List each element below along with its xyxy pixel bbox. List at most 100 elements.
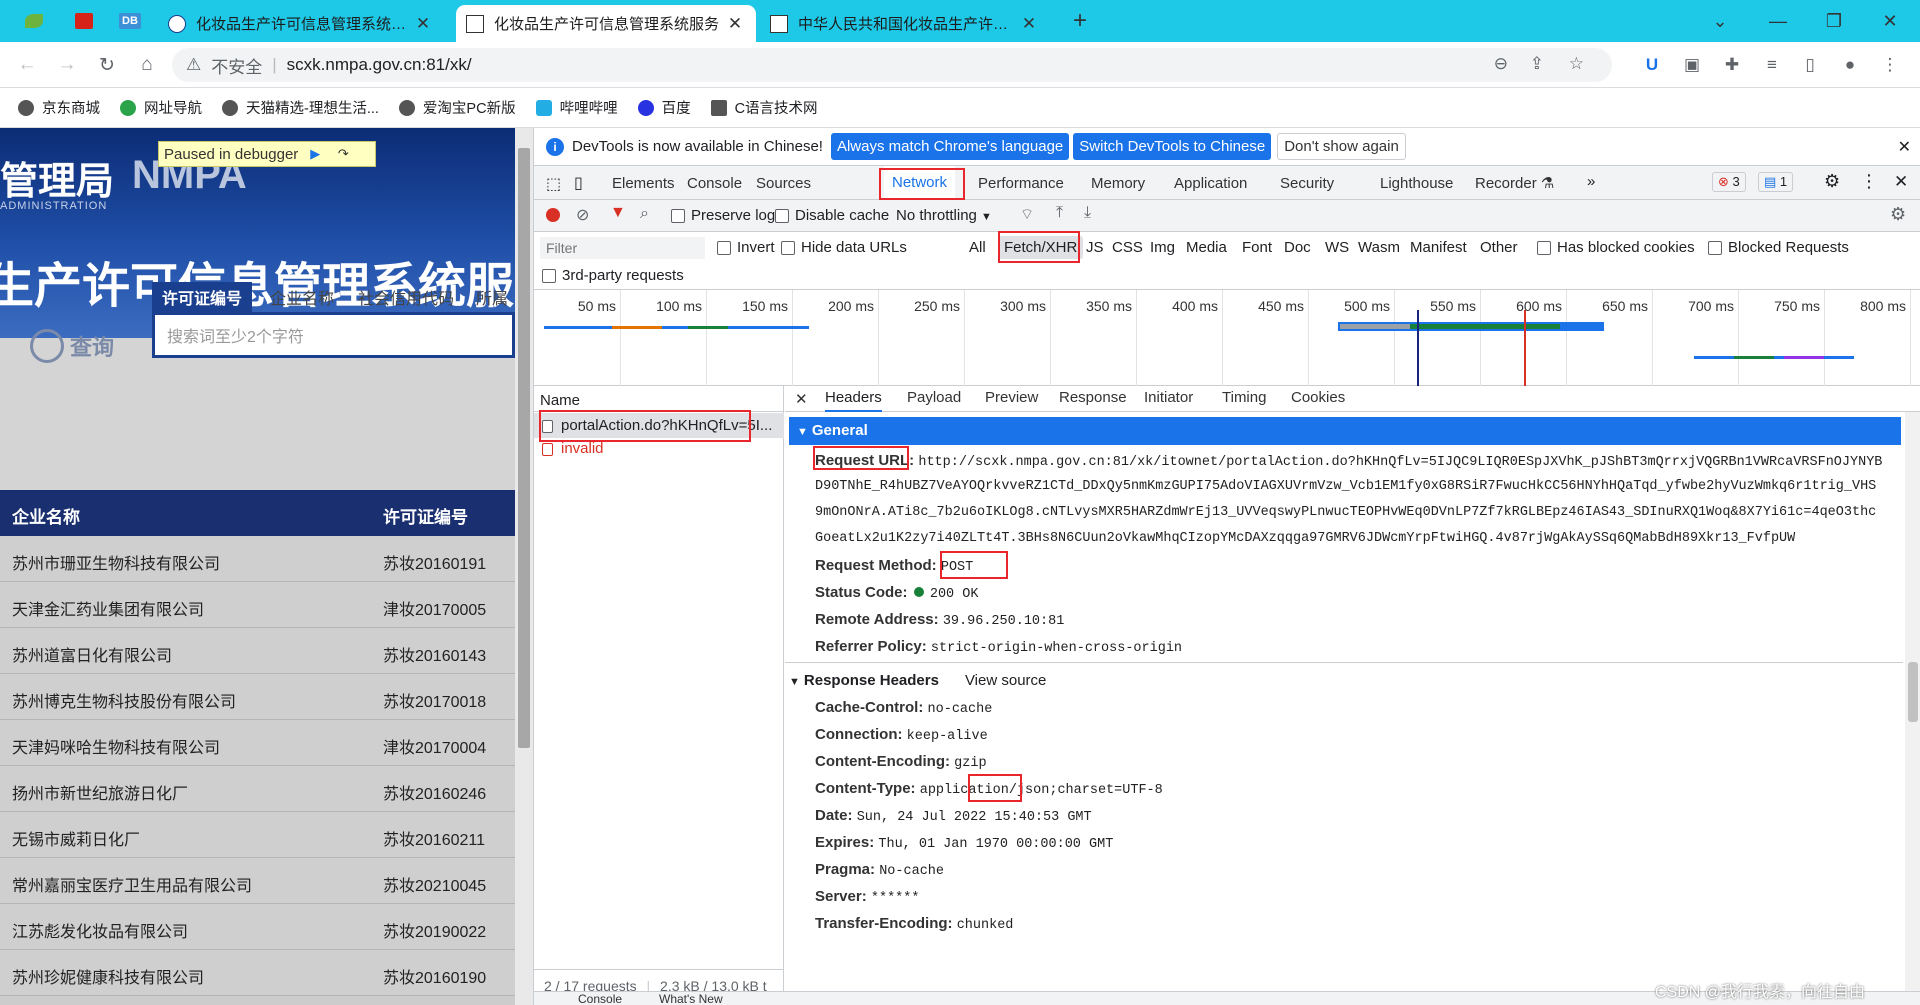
table-row[interactable]: 天津金汇药业集团有限公司 津妆20170005 bbox=[0, 582, 515, 628]
forward-icon[interactable]: → bbox=[52, 50, 82, 80]
hide-data-urls-checkbox[interactable]: Hide data URLs bbox=[781, 239, 907, 256]
export-har-icon[interactable]: ⤓ bbox=[1084, 204, 1091, 222]
type-filter-ws[interactable]: WS bbox=[1325, 239, 1349, 256]
name-column-header[interactable]: Name bbox=[534, 386, 784, 412]
share-icon[interactable]: ⇪ bbox=[1530, 54, 1544, 74]
type-filter-manifest[interactable]: Manifest bbox=[1410, 239, 1467, 256]
search-icon[interactable]: ⌕ bbox=[640, 205, 649, 223]
bookmark-item[interactable]: 哔哩哔哩 bbox=[535, 97, 618, 118]
kebab-menu-icon[interactable]: ⋮ bbox=[1860, 171, 1878, 192]
tab-security[interactable]: Security bbox=[1272, 166, 1342, 200]
record-icon[interactable] bbox=[546, 208, 560, 222]
scrollbar-thumb[interactable] bbox=[1908, 662, 1918, 722]
pinned-tab-db[interactable]: DB bbox=[114, 7, 146, 35]
minimize-icon[interactable]: — bbox=[1758, 8, 1798, 34]
network-conditions-icon[interactable]: ⌔ bbox=[1020, 205, 1034, 224]
table-row[interactable]: 扬州市新世纪旅游日化厂 苏妆20160246 bbox=[0, 766, 515, 812]
pinned-tab-leaf-icon[interactable] bbox=[18, 7, 50, 35]
back-icon[interactable]: ← bbox=[12, 50, 42, 80]
page-scrollbar[interactable] bbox=[515, 128, 533, 1005]
scrollbar-thumb[interactable] bbox=[518, 148, 530, 748]
type-filter-wasm[interactable]: Wasm bbox=[1358, 239, 1400, 256]
type-filter-media[interactable]: Media bbox=[1186, 239, 1227, 256]
inspect-element-icon[interactable]: ⬚ bbox=[546, 174, 561, 194]
close-icon[interactable]: ✕ bbox=[724, 14, 746, 34]
has-blocked-cookies-checkbox[interactable]: Has blocked cookies bbox=[1537, 239, 1695, 256]
reading-list-icon[interactable]: ≡ bbox=[1758, 51, 1786, 79]
bookmark-star-icon[interactable]: ☆ bbox=[1569, 54, 1584, 74]
table-row[interactable]: 苏州珍妮健康科技有限公司 苏妆20160190 bbox=[0, 950, 515, 996]
tab-license-no[interactable]: 许可证编号 bbox=[152, 282, 253, 312]
bookmark-item[interactable]: 京东商城 bbox=[18, 97, 100, 118]
tab-credit-code[interactable]: 社会信用代码 bbox=[348, 282, 464, 312]
close-icon[interactable]: ✕ bbox=[1018, 14, 1040, 34]
table-row[interactable]: 苏州市珊亚生物科技有限公司 苏妆20160191 bbox=[0, 536, 515, 582]
network-settings-gear-icon[interactable]: ⚙ bbox=[1890, 204, 1906, 225]
tab-payload[interactable]: Payload bbox=[907, 389, 961, 406]
tab-headers[interactable]: Headers bbox=[825, 389, 882, 412]
table-row[interactable]: 无锡市威莉日化厂 苏妆20160211 bbox=[0, 812, 515, 858]
blocked-requests-checkbox[interactable]: Blocked Requests bbox=[1708, 239, 1849, 256]
browser-tab-3[interactable]: 中华人民共和国化妆品生产许可证 ✕ bbox=[760, 5, 1050, 42]
window-close-icon[interactable]: ✕ bbox=[1870, 8, 1910, 34]
dont-show-again-button[interactable]: Don't show again bbox=[1277, 133, 1406, 160]
detail-scrollbar[interactable] bbox=[1905, 412, 1920, 1005]
tab-cookies[interactable]: Cookies bbox=[1291, 389, 1345, 406]
step-over-icon[interactable]: ↷ bbox=[332, 145, 354, 163]
tab-company-name[interactable]: 企业名称 bbox=[260, 282, 344, 312]
settings-gear-icon[interactable]: ⚙ bbox=[1824, 171, 1840, 192]
resume-icon[interactable]: ▶ bbox=[304, 145, 326, 163]
device-toolbar-icon[interactable]: ▯ bbox=[574, 173, 583, 193]
bookmark-item[interactable]: 百度 bbox=[637, 97, 691, 118]
response-headers-section-header[interactable]: ▼ Response Headers View source bbox=[789, 672, 1046, 689]
close-icon[interactable]: ✕ bbox=[1898, 137, 1911, 157]
close-detail-icon[interactable]: ✕ bbox=[795, 390, 808, 408]
tab-console[interactable]: Console bbox=[679, 166, 750, 200]
tab-region[interactable]: 所属 bbox=[466, 282, 518, 312]
reload-icon[interactable]: ↻ bbox=[92, 50, 122, 80]
disable-cache-checkbox[interactable]: Disable cache bbox=[775, 207, 889, 224]
side-panel-icon[interactable]: ▯ bbox=[1796, 51, 1824, 79]
type-filter-js[interactable]: JS bbox=[1086, 239, 1104, 256]
puzzle-icon[interactable]: ✚ bbox=[1718, 51, 1746, 79]
switch-to-chinese-button[interactable]: Switch DevTools to Chinese bbox=[1073, 133, 1272, 160]
address-bar[interactable]: ⚠ 不安全 | scxk.nmpa.gov.cn:81/xk/ ⊖ ⇪ ☆ bbox=[172, 48, 1612, 82]
type-filter-all[interactable]: All bbox=[969, 239, 986, 256]
invert-checkbox[interactable]: Invert bbox=[717, 239, 775, 256]
always-match-language-button[interactable]: Always match Chrome's language bbox=[830, 133, 1070, 160]
tab-preview[interactable]: Preview bbox=[985, 389, 1038, 406]
drawer-tab-console[interactable]: Console bbox=[578, 992, 622, 1005]
import-har-icon[interactable]: ⤒ bbox=[1056, 204, 1063, 222]
filter-funnel-icon[interactable]: ▼ bbox=[610, 204, 626, 222]
type-filter-doc[interactable]: Doc bbox=[1284, 239, 1311, 256]
browser-tab-1[interactable]: 化妆品生产许可信息管理系统服务 ✕ bbox=[158, 5, 444, 42]
zoom-icon[interactable]: ⊖ bbox=[1494, 54, 1508, 74]
table-row[interactable]: 苏州道富日化有限公司 苏妆20160143 bbox=[0, 628, 515, 674]
message-count-badge[interactable]: ▤ 1 bbox=[1758, 172, 1794, 192]
tab-timing[interactable]: Timing bbox=[1222, 389, 1266, 406]
bookmark-item[interactable]: C语言技术网 bbox=[710, 97, 818, 118]
error-count-badge[interactable]: ⊗ 3 bbox=[1712, 172, 1746, 192]
clear-icon[interactable]: ⊘ bbox=[576, 205, 589, 225]
preserve-log-checkbox[interactable]: Preserve log bbox=[671, 207, 775, 224]
query-button[interactable]: 查询 bbox=[30, 326, 150, 366]
filter-input[interactable] bbox=[540, 237, 705, 259]
tab-initiator[interactable]: Initiator bbox=[1144, 389, 1193, 406]
close-icon[interactable]: ✕ bbox=[412, 14, 434, 34]
tab-performance[interactable]: Performance bbox=[970, 166, 1072, 200]
table-row[interactable]: 常州嘉丽宝医疗卫生用品有限公司 苏妆20210045 bbox=[0, 858, 515, 904]
type-filter-css[interactable]: CSS bbox=[1112, 239, 1143, 256]
table-row[interactable]: 天津妈咪哈生物科技有限公司 津妆20170004 bbox=[0, 720, 515, 766]
home-icon[interactable]: ⌂ bbox=[132, 50, 162, 80]
new-tab-plus-icon[interactable]: + bbox=[1060, 7, 1100, 34]
third-party-checkbox[interactable]: 3rd-party requests bbox=[542, 267, 684, 284]
menu-icon[interactable]: ⋮ bbox=[1876, 51, 1904, 79]
throttling-select[interactable]: No throttling ▼ bbox=[896, 207, 992, 224]
bookmark-item[interactable]: 网址导航 bbox=[120, 97, 202, 118]
tab-recorder[interactable]: Recorder ⚗ bbox=[1467, 166, 1562, 200]
tab-sources[interactable]: Sources bbox=[748, 166, 819, 200]
browser-tab-2[interactable]: 化妆品生产许可信息管理系统服务 ✕ bbox=[456, 5, 756, 42]
close-devtools-icon[interactable]: ✕ bbox=[1894, 172, 1908, 192]
view-source-link[interactable]: View source bbox=[965, 672, 1046, 689]
type-filter-other[interactable]: Other bbox=[1480, 239, 1518, 256]
